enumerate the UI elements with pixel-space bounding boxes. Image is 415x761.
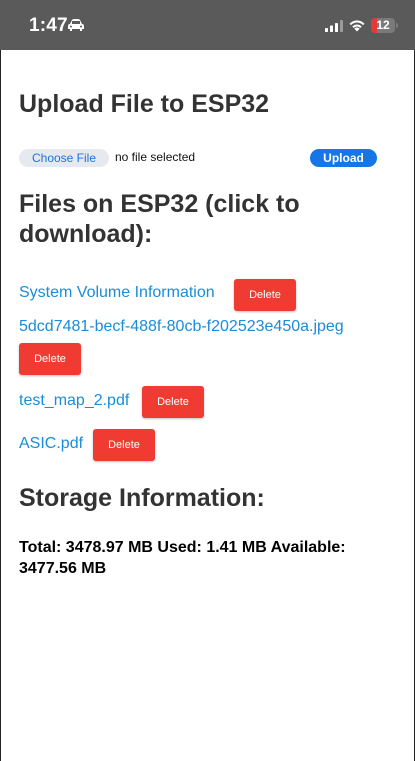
page-content: Upload File to ESP32 Choose File no file…: [0, 50, 415, 761]
status-bar: 1:47 12: [0, 0, 415, 50]
file-link-asic[interactable]: ASIC.pdf: [19, 435, 83, 453]
delete-button[interactable]: Delete: [93, 429, 155, 461]
upload-button[interactable]: Upload: [310, 149, 377, 167]
file-link-system-volume-information[interactable]: System Volume Information: [19, 284, 215, 302]
choose-file-button[interactable]: Choose File: [19, 149, 109, 167]
storage-heading: Storage Information:: [19, 484, 265, 512]
file-link-test-map-2[interactable]: test_map_2.pdf: [19, 392, 129, 410]
wifi-icon: [349, 20, 365, 32]
battery-icon: 12: [371, 18, 398, 33]
files-heading: Files on ESP32 (click to download):: [19, 190, 300, 248]
upload-form: Choose File no file selected Upload: [19, 149, 379, 167]
file-link-jpeg[interactable]: 5dcd7481-becf-488f-80cb-f202523e450a.jpe…: [19, 318, 344, 336]
storage-summary: Total: 3478.97 MB Used: 1.41 MB Availabl…: [19, 539, 346, 577]
battery-level: 12: [376, 18, 390, 32]
delete-button[interactable]: Delete: [142, 386, 204, 418]
file-status-text: no file selected: [115, 150, 196, 164]
delete-button[interactable]: Delete: [19, 343, 81, 375]
status-time: 1:47: [29, 15, 68, 36]
signal-icon: [325, 20, 343, 32]
delete-button[interactable]: Delete: [234, 279, 296, 311]
car-icon: [68, 19, 84, 31]
upload-heading: Upload File to ESP32: [19, 90, 270, 118]
